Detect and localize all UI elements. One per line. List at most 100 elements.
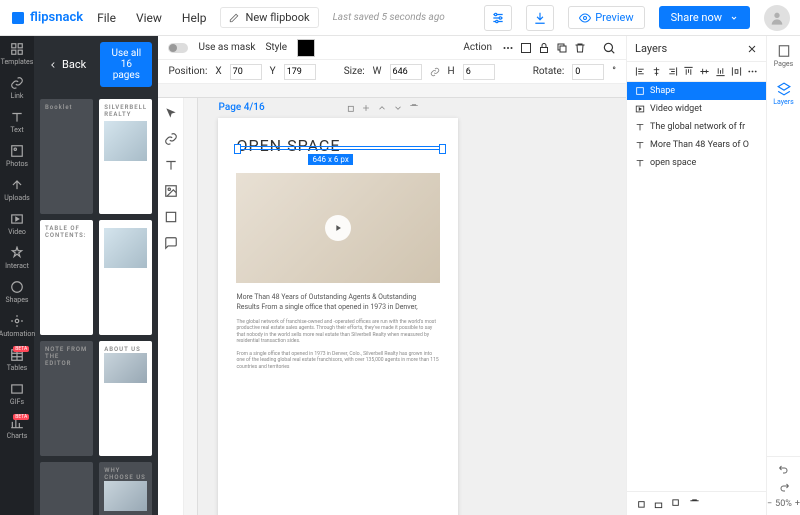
- sidebar-text[interactable]: Text: [10, 110, 24, 134]
- video-widget[interactable]: [236, 173, 440, 283]
- sidebar-gifs[interactable]: GIFs: [10, 382, 24, 406]
- play-button[interactable]: [325, 215, 351, 241]
- flipbook-title-input[interactable]: New flipbook: [220, 7, 318, 28]
- undo-icon[interactable]: [778, 463, 790, 475]
- text-tool-icon[interactable]: [164, 158, 178, 172]
- pages-tab[interactable]: Pages: [774, 44, 793, 68]
- size-label: Size:: [344, 66, 365, 77]
- sidebar-video[interactable]: Video: [8, 212, 26, 236]
- align-right-icon[interactable]: [667, 66, 678, 77]
- layer-item[interactable]: Shape: [627, 82, 766, 100]
- layer-copy-icon[interactable]: [635, 498, 646, 509]
- transparency-icon[interactable]: [520, 42, 532, 54]
- layer-item[interactable]: Video widget: [627, 100, 766, 118]
- align-top-icon[interactable]: [683, 66, 694, 77]
- h-input[interactable]: [463, 64, 495, 80]
- settings-button[interactable]: [484, 5, 512, 31]
- canvas[interactable]: Page 4/16 OPEN SPACE: [198, 98, 626, 515]
- page-thumbnails: BookletSILVERBELL REALTYTABLE OF CONTENT…: [34, 93, 158, 515]
- logo[interactable]: flipsnack: [10, 10, 83, 26]
- layer-item[interactable]: The global network of fr: [627, 118, 766, 136]
- page-thumbnail[interactable]: Booklet: [40, 99, 93, 214]
- cursor-icon[interactable]: [164, 106, 178, 120]
- page-down-icon[interactable]: [393, 103, 403, 113]
- search-icon[interactable]: [602, 41, 616, 55]
- align-bottom-icon[interactable]: [715, 66, 726, 77]
- layer-bottom-bar: [627, 491, 766, 515]
- more-icon[interactable]: [502, 42, 514, 54]
- lock-icon[interactable]: [538, 42, 550, 54]
- menu-file[interactable]: File: [97, 11, 116, 25]
- layer-duplicate-icon[interactable]: [671, 498, 682, 509]
- layer-trash-icon[interactable]: [689, 498, 700, 509]
- page-thumbnail[interactable]: ABOUT US: [99, 341, 152, 456]
- duplicate-page-icon[interactable]: [345, 103, 355, 113]
- sidebar-link[interactable]: Link: [10, 76, 24, 100]
- link-tool-icon[interactable]: [164, 132, 178, 146]
- comment-tool-icon[interactable]: [164, 236, 178, 250]
- add-page-icon[interactable]: [361, 103, 371, 113]
- w-input[interactable]: [390, 64, 422, 80]
- image-tool-icon[interactable]: [164, 184, 178, 198]
- menu-view[interactable]: View: [136, 11, 162, 25]
- zoom-out-button[interactable]: −: [767, 499, 772, 509]
- x-input[interactable]: [230, 64, 262, 80]
- layers-tab[interactable]: Layers: [773, 82, 794, 106]
- delete-page-icon[interactable]: [409, 103, 419, 113]
- page-canvas[interactable]: OPEN SPACE More Than 48 Years of Outstan…: [218, 118, 458, 515]
- download-button[interactable]: [526, 5, 554, 31]
- user-avatar[interactable]: [764, 5, 790, 31]
- page-thumbnail[interactable]: [99, 220, 152, 335]
- align-more-icon[interactable]: [747, 66, 758, 77]
- align-center-v-icon[interactable]: [699, 66, 710, 77]
- page-thumbnail[interactable]: TABLE OF CONTENTS:: [40, 220, 93, 335]
- sliders-icon: [491, 11, 505, 25]
- close-icon[interactable]: [746, 43, 758, 55]
- redo-icon[interactable]: [778, 481, 790, 493]
- share-button[interactable]: Share now: [659, 6, 750, 29]
- layer-lock-icon[interactable]: [653, 498, 664, 509]
- layer-item[interactable]: open space: [627, 154, 766, 172]
- preview-button[interactable]: Preview: [568, 6, 644, 29]
- tool-column: [158, 98, 184, 515]
- link-dimensions-icon[interactable]: [430, 67, 440, 77]
- sidebar-interact[interactable]: Interact: [5, 246, 29, 270]
- sidebar-uploads[interactable]: Uploads: [4, 178, 30, 202]
- sidebar-shapes[interactable]: Shapes: [5, 280, 28, 304]
- body-text-1[interactable]: More Than 48 Years of Outstanding Agents…: [236, 293, 440, 313]
- distribute-icon[interactable]: [731, 66, 742, 77]
- page-thumbnail[interactable]: WHY CHOOSE US: [99, 462, 152, 515]
- rotate-input[interactable]: [572, 64, 604, 80]
- page-thumbnail[interactable]: [40, 462, 93, 515]
- shape-selection[interactable]: [236, 146, 444, 150]
- body-text-2[interactable]: The global network of franchise-owned an…: [236, 319, 440, 345]
- color-swatch[interactable]: [297, 39, 315, 57]
- menu-help[interactable]: Help: [182, 11, 207, 25]
- use-all-pages-button[interactable]: Use all 16 pages: [100, 42, 152, 87]
- x-label: X: [215, 66, 221, 77]
- copy-icon[interactable]: [556, 42, 568, 54]
- align-left-icon[interactable]: [635, 66, 646, 77]
- align-toolbar: [627, 62, 766, 82]
- page-thumbnail[interactable]: SILVERBELL REALTY: [99, 99, 152, 214]
- body-text-3[interactable]: From a single office that opened in 1973…: [236, 351, 440, 371]
- align-center-h-icon[interactable]: [651, 66, 662, 77]
- trash-icon[interactable]: [574, 42, 586, 54]
- layer-item[interactable]: More Than 48 Years of O: [627, 136, 766, 154]
- zoom-in-button[interactable]: +: [795, 499, 800, 509]
- style-label: Style: [265, 42, 287, 53]
- back-button[interactable]: Back: [40, 54, 94, 75]
- sidebar-tables[interactable]: TablesBETA: [7, 348, 28, 372]
- mask-toggle[interactable]: [168, 43, 188, 53]
- sidebar-photos[interactable]: Photos: [6, 144, 28, 168]
- sidebar-charts[interactable]: ChartsBETA: [7, 416, 28, 440]
- sidebar-templates[interactable]: Templates: [1, 42, 34, 66]
- page-thumbnail[interactable]: NOTE FROM THE EDITOR: [40, 341, 93, 456]
- page-up-icon[interactable]: [377, 103, 387, 113]
- uploads-icon: [10, 178, 24, 192]
- sidebar-automation[interactable]: Automation: [0, 314, 35, 338]
- shape-tool-icon[interactable]: [164, 210, 178, 224]
- action-label: Action: [463, 42, 492, 53]
- left-sidebar: Templates Link Text Photos Uploads Video Inter…: [0, 36, 34, 515]
- y-input[interactable]: [284, 64, 316, 80]
